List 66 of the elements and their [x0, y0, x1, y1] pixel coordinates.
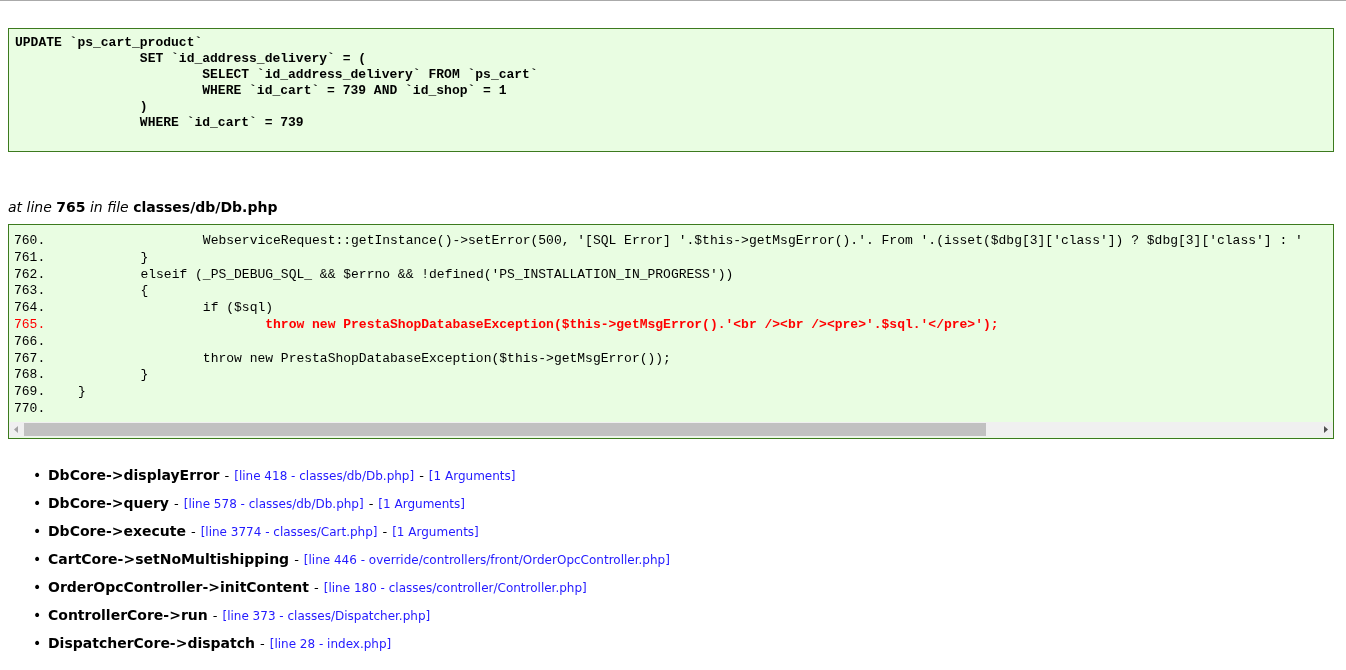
separator: -: [368, 495, 374, 511]
line-number: 770.: [14, 400, 47, 418]
sql-line: UPDATE `ps_cart_product`: [15, 35, 204, 51]
trace-link[interactable]: [line 418 - classes/db/Db.php]: [234, 468, 415, 483]
bullet: •: [33, 521, 43, 541]
sql-line: SELECT `id_address_delivery` FROM `ps_cart`: [201, 67, 539, 83]
line-number: 765: [56, 199, 86, 215]
line-number: 768.: [14, 367, 47, 385]
location-text: at line: [8, 199, 52, 215]
trace-link[interactable]: [line 446 - override/controllers/front/OrderOpcController.php]: [303, 552, 670, 567]
separator: -: [260, 635, 265, 651]
sql-line: WHERE `id_cart` = 739 AND `id_shop` = 1: [201, 83, 508, 99]
separator: -: [294, 551, 299, 567]
bullet: •: [33, 549, 43, 569]
function-name: DispatcherCore->dispatch: [48, 634, 255, 651]
line-number: 767.: [14, 350, 47, 368]
bullet: •: [33, 493, 43, 513]
line-number: 764.: [14, 300, 47, 317]
bullet: •: [33, 465, 43, 485]
function-name: DbCore->displayError: [48, 466, 220, 483]
separator: -: [314, 579, 319, 595]
bullet: •: [33, 633, 43, 653]
code-line: }: [139, 367, 149, 385]
line-number: 763.: [14, 283, 47, 301]
separator: -: [174, 495, 179, 511]
separator: -: [190, 523, 196, 539]
separator: -: [419, 467, 424, 483]
trace-link[interactable]: [line 373 - classes/Dispatcher.php]: [222, 608, 431, 623]
bullet: •: [33, 605, 43, 625]
function-name: OrderOpcController->initContent: [48, 578, 310, 595]
sql-line: SET `id_address_delivery` = (: [138, 51, 368, 67]
sql-line: ): [138, 99, 149, 115]
trace-link[interactable]: [line 3774 - classes/Cart.php]: [200, 524, 378, 539]
line-number: 769.: [14, 384, 47, 401]
code-line: WebserviceRequest::getInstance()->setError(500, '[SQL Error] '.$this->getMsgError().'. From '.(isset($dbg[3]['class']) ? $dbg[3]['class'] : ': [201, 233, 1303, 250]
function-name: DbCore->execute: [48, 522, 186, 539]
code-line: elseif (_PS_DEBUG_SQL_ && $errno && !defined('PS_INSTALLATION_IN_PROGRESS')): [139, 266, 734, 284]
bullet: •: [33, 577, 43, 597]
function-name: CartCore->setNoMultishipping: [48, 550, 290, 567]
line-number: 762.: [14, 266, 47, 284]
code-line: }: [78, 384, 86, 401]
line-number: 760.: [14, 233, 47, 250]
location-text: in file: [89, 199, 129, 215]
code-line: if ($sql): [201, 300, 274, 317]
trace-link[interactable]: [line 180 - classes/controller/Controller.php]: [323, 580, 587, 595]
trace-link[interactable]: [1 Arguments]: [428, 468, 516, 483]
code-line: }: [139, 249, 149, 267]
trace-link[interactable]: [1 Arguments]: [378, 496, 465, 511]
file-path: classes/db/Db.php: [133, 199, 278, 215]
code-line: throw new PrestaShopDatabaseException($this->getMsgError().'<br /><br /><pre>'.$sql.'</pre>');: [264, 317, 999, 334]
function-name: ControllerCore->run: [48, 606, 208, 623]
sql-line: WHERE `id_cart` = 739: [138, 115, 305, 131]
trace-link[interactable]: [line 28 - index.php]: [269, 636, 392, 651]
separator: -: [382, 523, 388, 539]
function-name: DbCore->query: [48, 494, 169, 511]
horizontal-scrollbar[interactable]: [9, 421, 1333, 437]
trace-link[interactable]: [line 578 - classes/db/Db.php]: [183, 496, 364, 511]
scrollbar-thumb[interactable]: [24, 422, 986, 436]
trace-link[interactable]: [1 Arguments]: [392, 524, 479, 539]
line-number: 766.: [14, 333, 47, 351]
line-number: 761.: [14, 249, 47, 267]
code-line: throw new PrestaShopDatabaseException($this->getMsgError());: [201, 350, 671, 368]
separator: -: [212, 607, 218, 623]
code-line: {: [139, 283, 149, 301]
separator: -: [224, 467, 230, 483]
line-number: 765.: [14, 317, 47, 334]
